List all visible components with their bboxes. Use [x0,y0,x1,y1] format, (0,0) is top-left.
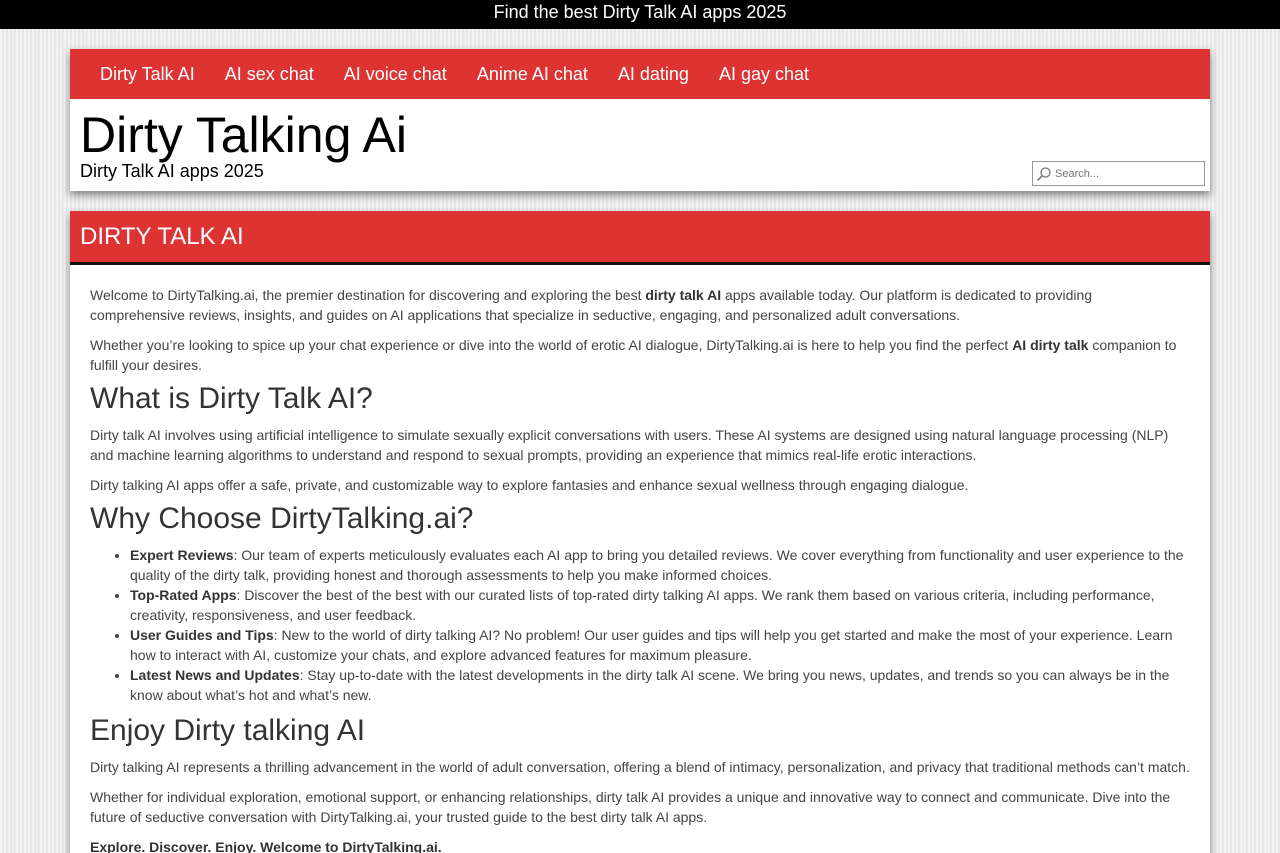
site-description: Dirty Talk AI apps 2025 [80,161,264,181]
heading-enjoy: Enjoy Dirty talking AI [90,714,366,747]
intro-keyword: dirty talk AI [645,287,722,303]
intro-paragraph-2: Whether you’re looking to spice up your … [90,335,1190,375]
nav-item-ai-sex-chat[interactable]: AI sex chat [210,49,329,99]
list-item-text: : Discover the best of the best with our… [130,587,1155,623]
heading-why-choose: Why Choose DirtyTalking.ai? [90,502,474,535]
intro-paragraph-1: Welcome to DirtyTalking.ai, the premier … [90,285,1190,325]
list-item-title: Top-Rated Apps [130,587,237,603]
list-item: User Guides and Tips: New to the world o… [130,625,1190,665]
nav-item-ai-dating[interactable]: AI dating [603,49,704,99]
intro-text: Welcome to DirtyTalking.ai, the premier … [90,287,646,303]
site-title[interactable]: Dirty Talking Ai [80,107,407,163]
paragraph: Dirty talking AI apps offer a safe, priv… [90,477,969,493]
intro-text: Whether you’re looking to spice up your … [90,337,1013,353]
nav-item-ai-gay-chat[interactable]: AI gay chat [704,49,824,99]
list-item: Expert Reviews: Our team of experts meti… [130,545,1190,585]
top-announcement-bar: Find the best Dirty Talk AI apps 2025 [0,0,1280,29]
nav-item-dirty-talk-ai[interactable]: Dirty Talk AI [85,49,210,99]
main-navigation: Dirty Talk AI AI sex chat AI voice chat … [70,49,1210,99]
list-item-title: Expert Reviews [130,547,234,563]
list-item: Top-Rated Apps: Discover the best of the… [130,585,1190,625]
paragraph: Dirty talk AI involves using artificial … [90,427,1169,463]
article-body: Welcome to DirtyTalking.ai, the premier … [70,265,1210,853]
intro-keyword: AI dirty talk [1012,337,1089,353]
paragraph: Whether for individual exploration, emot… [90,789,1171,825]
search-box [1032,161,1205,186]
list-item-title: User Guides and Tips [130,627,274,643]
main-content: DIRTY TALK AI Welcome to DirtyTalking.ai… [70,211,1210,853]
list-item-text: : New to the world of dirty talking AI? … [130,627,1173,663]
nav-item-anime-ai-chat[interactable]: Anime AI chat [462,49,603,99]
list-item-text: : Our team of experts meticulously evalu… [130,547,1184,583]
paragraph: Dirty talking AI represents a thrilling … [90,759,1190,775]
list-item: Latest News and Updates: Stay up-to-date… [130,665,1190,705]
nav-item-ai-voice-chat[interactable]: AI voice chat [329,49,462,99]
heading-what-is: What is Dirty Talk AI? [90,382,373,415]
announcement-text: Find the best Dirty Talk AI apps 2025 [493,2,787,22]
search-input[interactable] [1055,163,1200,184]
closing-line: Explore. Discover. Enjoy. Welcome to Dir… [90,839,442,853]
site-header: Dirty Talk AI AI sex chat AI voice chat … [70,49,1210,191]
page-title: DIRTY TALK AI [70,211,1210,265]
feature-list: Expert Reviews: Our team of experts meti… [90,545,1190,705]
list-item-title: Latest News and Updates [130,667,300,683]
magnifier-icon[interactable] [1033,162,1055,185]
